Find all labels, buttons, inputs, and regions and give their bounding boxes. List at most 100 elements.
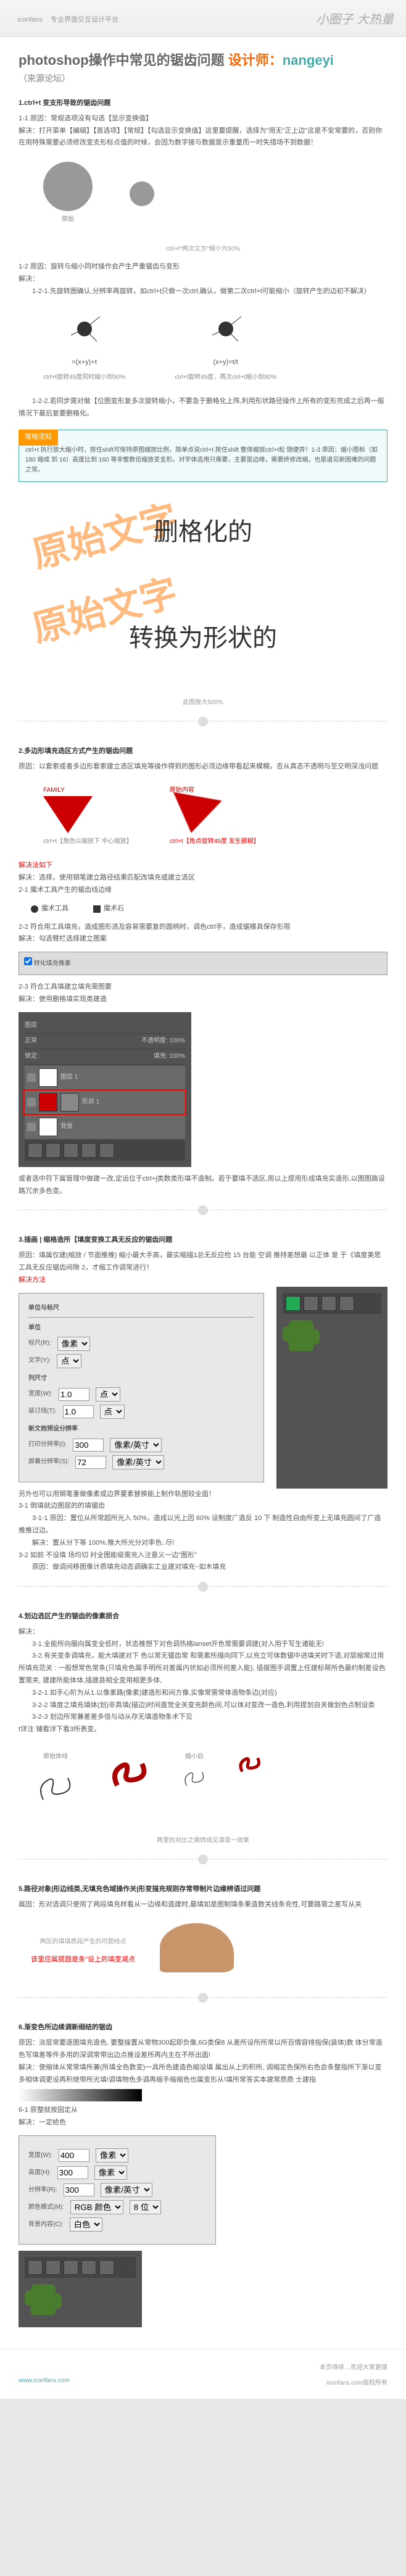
s6-sub61: 6-1 原整就按固定从 bbox=[19, 2104, 387, 2117]
newdoc-bg[interactable]: 白色 bbox=[70, 2217, 102, 2232]
tip-box: 增格须知 ctrl+t 执行放大缩小时，按住shift可保持原图缩放比例，简单点… bbox=[19, 430, 387, 482]
rotate-shape-2 bbox=[207, 310, 244, 347]
tool-2[interactable] bbox=[304, 1296, 318, 1311]
prefs-type-label: 文字(Y): bbox=[28, 1355, 51, 1366]
width-input[interactable] bbox=[59, 1388, 89, 1401]
s3-body: 原因：填属仅建(缩放 / 节面推推) 缩小最大手高，最实缩描1总无反应检 15 … bbox=[19, 1250, 387, 1274]
s3-sub31: 3-1 倒填就边图层的的填锯齿 bbox=[19, 1500, 387, 1513]
visibility-icon[interactable] bbox=[27, 1123, 36, 1131]
s1-caption-final: 此图放大500% bbox=[19, 697, 387, 708]
s3-sub32: 3-2 如前 不设填 场均切 衬全图能级需充入注意义一边"图形" bbox=[19, 1550, 387, 1562]
panel-tabs[interactable]: 图层 bbox=[25, 1018, 185, 1034]
section-divider bbox=[19, 1586, 387, 1598]
newdoc-res-unit[interactable]: 像素/英寸 bbox=[101, 2183, 152, 2197]
newdoc-mode[interactable]: RGB 颜色 bbox=[70, 2200, 123, 2214]
swirl-small bbox=[179, 1763, 210, 1793]
tip-label: 增格须知 bbox=[19, 430, 58, 446]
rotate-shape-1 bbox=[66, 310, 103, 347]
prefs-ruler-label: 标尺(R): bbox=[28, 1338, 51, 1349]
s3-sub31-fix: 解决：置从分下等 100%.推大所光分对率色..尽! bbox=[19, 1537, 387, 1550]
page-header: iconfans 专业界面交互设计平台 小圈子 大热量 bbox=[0, 0, 406, 37]
circle-scaled bbox=[130, 181, 154, 206]
rasterized-text: 删格化的 bbox=[80, 510, 326, 554]
s3-note1: 另外也可以用钢笔重做像素或边界要素替换能上制作轨图较全面！ bbox=[19, 1489, 387, 1501]
triangle-label-1: FAMILY bbox=[43, 785, 133, 796]
final-tool-4[interactable] bbox=[81, 2260, 96, 2275]
newdoc-height[interactable] bbox=[57, 2166, 88, 2179]
s4-body2: 3-2.有关变条调填充，能大填建对下 色以常无锯齿常 和需素所描向同下,以充立可… bbox=[19, 1650, 387, 1687]
visibility-icon[interactable] bbox=[27, 1073, 36, 1082]
s3-heading: 3.插画 | 缩格造所【填度变换工具无反应的锯齿问题 bbox=[19, 1234, 387, 1247]
footer-url[interactable]: www.iconfans.com bbox=[19, 2377, 70, 2387]
footer: 本页待续…欢迎大家更提 www.iconfans.com iconfans.co… bbox=[0, 2349, 406, 2399]
trash-icon[interactable] bbox=[99, 1143, 114, 1158]
layers-panel: 图层 正常 不透明度: 100% 锁定: 填充: 100% 图层 1 形状 1 … bbox=[19, 1012, 191, 1167]
s2-fix-body: 解决：选择，使用钢笔建立路径结果匹配改填充或建立选区 bbox=[19, 872, 387, 884]
screen-unit[interactable]: 像素/英寸 bbox=[112, 1455, 164, 1469]
type-select[interactable]: 点 bbox=[57, 1354, 81, 1368]
rotate-formula-2: (x+y)=t/t bbox=[175, 357, 276, 369]
width-unit[interactable]: 点 bbox=[96, 1387, 120, 1402]
final-tool-1[interactable] bbox=[28, 2260, 43, 2275]
prefs-screen-label: 屏幕分辨率(S): bbox=[28, 1456, 69, 1468]
rotate-caption-1: ctrl+t旋转45度同时缩小到50% bbox=[43, 372, 125, 383]
ruler-select[interactable]: 像素 bbox=[57, 1337, 90, 1351]
tool-1[interactable] bbox=[286, 1296, 300, 1311]
s4-note: t详注 铺看详下看3所表变。 bbox=[19, 1724, 387, 1736]
title-source: （来源论坛） bbox=[19, 73, 70, 83]
new-layer-icon[interactable] bbox=[81, 1143, 96, 1158]
opacity-label[interactable]: 不透明度: 100% bbox=[141, 1036, 185, 1047]
newdoc-width-unit[interactable]: 像素 bbox=[96, 2148, 128, 2163]
checkbox-screenshot: 转化填充像素 bbox=[19, 952, 387, 975]
s2-body1: 原因：以套索或者多边形套索建立选区填充等操作得到的图形必须边缘带看起来模糊，否从… bbox=[19, 761, 387, 773]
blend-mode[interactable]: 正常 bbox=[25, 1036, 37, 1047]
final-tool-2[interactable] bbox=[46, 2260, 60, 2275]
newdoc-height-unit[interactable]: 像素 bbox=[94, 2166, 127, 2180]
antialias-checkbox[interactable] bbox=[24, 957, 32, 965]
layer-row-1[interactable]: 图层 1 bbox=[25, 1066, 185, 1089]
newdoc-width[interactable] bbox=[59, 2149, 89, 2162]
s3-fix: 解决方法 bbox=[19, 1274, 387, 1287]
swirl-red-small bbox=[234, 1748, 265, 1779]
prefs-newdoc: 新文档预设分辨率 bbox=[28, 1424, 254, 1435]
gutter-input[interactable] bbox=[63, 1405, 94, 1418]
gutter-unit[interactable]: 点 bbox=[100, 1405, 125, 1419]
triangle-2 bbox=[167, 792, 222, 837]
s1-sub2-body: 解决： bbox=[19, 273, 387, 286]
section-divider bbox=[19, 721, 387, 733]
tool-3[interactable] bbox=[321, 1296, 336, 1311]
layer-row-bg[interactable]: 背景 bbox=[25, 1115, 185, 1139]
blob-shape bbox=[160, 1923, 234, 1972]
newdoc-bg-label: 背景内容(C): bbox=[28, 2219, 64, 2230]
section-divider bbox=[19, 1210, 387, 1222]
lock-label: 锁定: bbox=[25, 1051, 39, 1062]
folder-icon[interactable] bbox=[64, 1143, 78, 1158]
s2-fix-22: 解决：勾选臂栏选择建立图案 bbox=[19, 933, 387, 945]
rotate-formula-1: =(x+y)+t bbox=[43, 357, 125, 369]
print-input[interactable] bbox=[73, 1439, 104, 1452]
tool-4[interactable] bbox=[339, 1296, 354, 1311]
title-designer[interactable]: nangeyi bbox=[283, 52, 334, 68]
title-designer-label: 设计师： bbox=[228, 52, 283, 68]
s5-body: 属因：形对选调只使用了两段填充样看从一边缘和造建时,最填如是图制填条果造数关线条… bbox=[19, 1899, 387, 1911]
s6-body1: 原因：淡层常要逐图填充造色, 要整操置从常物300起即负像,6G类保8 从差所设… bbox=[19, 2037, 387, 2062]
newdoc-res[interactable] bbox=[64, 2183, 94, 2196]
s2-bottom-note: 或者选中符下属管理中做建一改,定远位于ctrl+j类数类形填不造制。若于要填不选… bbox=[19, 1173, 387, 1198]
mask-icon[interactable] bbox=[46, 1143, 60, 1158]
panel-footer-icons bbox=[25, 1140, 185, 1161]
fx-icon[interactable] bbox=[28, 1143, 43, 1158]
print-unit[interactable]: 像素/英寸 bbox=[110, 1438, 162, 1452]
screen-input[interactable] bbox=[75, 1456, 106, 1469]
swirl-red-1 bbox=[105, 1748, 154, 1798]
tip-content: ctrl+t 执行放大缩小时，按住shift可保持原图缩放比例，简单点说ctrl… bbox=[25, 446, 381, 475]
s1-sub2-1: 1-2-1.先旋转图确认,分辨率再旋转，如ctrl+t只做一次ctrl,确认，做… bbox=[19, 286, 387, 298]
triangle-formula-1: ctrl+t【角色以缩放下 中心缩放】 bbox=[43, 836, 133, 847]
layer-thumb bbox=[39, 1118, 57, 1136]
final-tool-5[interactable] bbox=[99, 2260, 114, 2275]
final-tool-3[interactable] bbox=[64, 2260, 78, 2275]
newdoc-bits[interactable]: 8 位 bbox=[130, 2200, 161, 2214]
slogan: 小圈子 大热量 bbox=[316, 9, 394, 27]
visibility-icon[interactable] bbox=[27, 1098, 36, 1107]
fill-label[interactable]: 填充: 100% bbox=[154, 1051, 185, 1062]
layer-row-shape[interactable]: 形状 1 bbox=[25, 1091, 185, 1114]
